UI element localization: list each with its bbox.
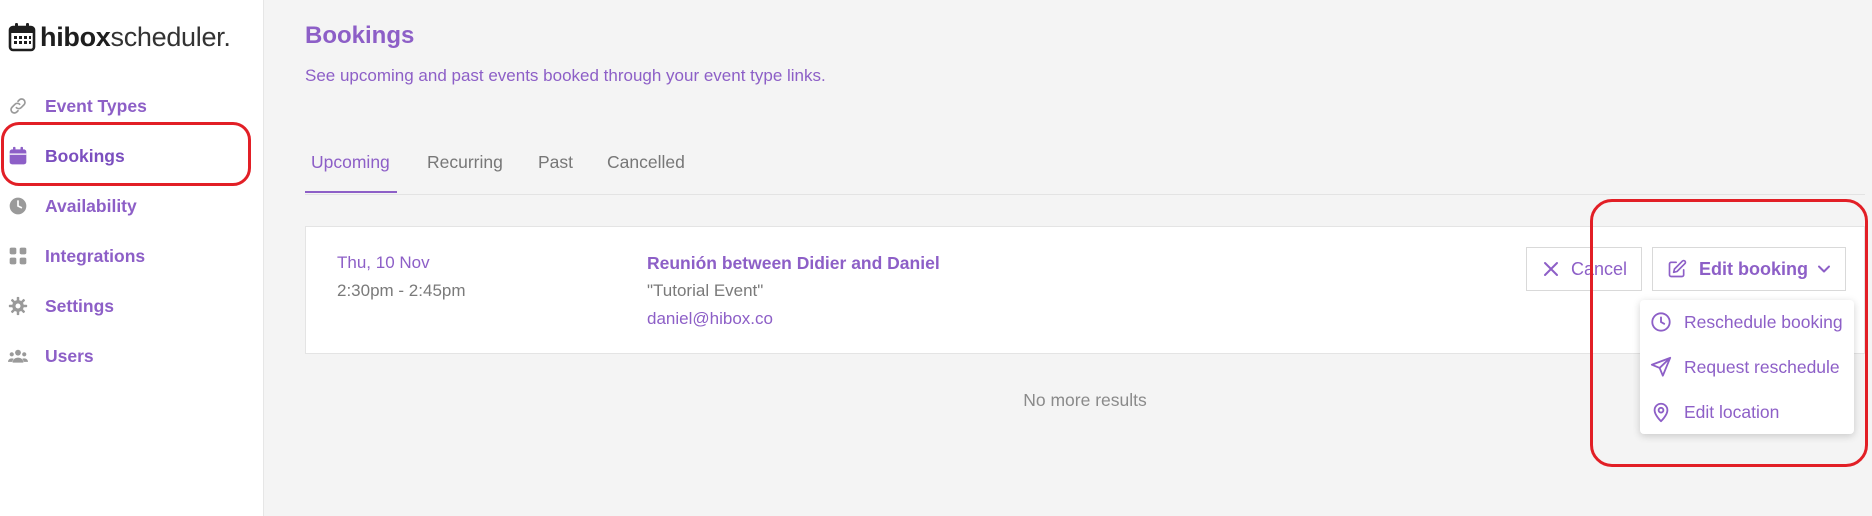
menu-item-edit-location[interactable]: Edit location <box>1640 392 1854 432</box>
main-content: Bookings See upcoming and past events bo… <box>305 0 1872 516</box>
sidebar-item-event-types[interactable]: Event Types <box>0 81 264 131</box>
booking-card: Thu, 10 Nov 2:30pm - 2:45pm Reunión betw… <box>305 226 1865 354</box>
link-icon <box>10 98 26 114</box>
app-logo[interactable]: hiboxscheduler. <box>8 20 231 54</box>
sidebar-item-label: Integrations <box>45 245 146 266</box>
sidebar-item-settings[interactable]: Settings <box>0 281 264 331</box>
edit-booking-button[interactable]: Edit booking <box>1652 247 1846 291</box>
app-name: hiboxscheduler. <box>40 22 231 52</box>
active-tab-indicator <box>305 191 397 193</box>
sidebar: hiboxscheduler. Event Types Bookings Ava… <box>0 0 264 516</box>
page-subtitle: See upcoming and past events booked thro… <box>305 66 826 85</box>
menu-item-label: Request reschedule <box>1684 356 1840 377</box>
close-icon <box>1544 262 1558 276</box>
cancel-label: Cancel <box>1571 258 1628 279</box>
calendar-logo-icon <box>8 23 36 52</box>
send-icon <box>1650 356 1672 377</box>
sidebar-item-label: Event Types <box>45 95 147 116</box>
sidebar-item-label: Bookings <box>45 145 125 166</box>
menu-item-reschedule-booking[interactable]: Reschedule booking <box>1640 302 1854 342</box>
edit-booking-label: Edit booking <box>1699 258 1808 279</box>
no-more-results: No more results <box>1023 390 1147 410</box>
sidebar-item-users[interactable]: Users <box>0 331 264 381</box>
sidebar-item-bookings[interactable]: Bookings <box>0 131 264 181</box>
booking-title: Reunión between Didier and Daniel <box>647 253 940 273</box>
edit-icon <box>1668 259 1687 278</box>
booking-event-type: "Tutorial Event" <box>647 281 764 300</box>
edit-booking-menu: Reschedule booking Request reschedule Ed… <box>1640 300 1854 434</box>
menu-item-label: Reschedule booking <box>1684 311 1843 332</box>
gear-icon <box>8 296 28 316</box>
booking-attendee-email: daniel@hibox.co <box>647 309 773 328</box>
users-icon <box>8 349 28 363</box>
sidebar-item-integrations[interactable]: Integrations <box>0 231 264 281</box>
clock-icon <box>9 197 27 215</box>
sidebar-item-label: Users <box>45 345 94 366</box>
tab-cancelled[interactable]: Cancelled <box>607 152 685 173</box>
page-title: Bookings <box>305 22 415 49</box>
menu-item-label: Edit location <box>1684 401 1780 422</box>
booking-tabs: Upcoming Recurring Past Cancelled <box>305 146 1865 195</box>
tab-upcoming[interactable]: Upcoming <box>311 152 390 173</box>
booking-date: Thu, 10 Nov <box>337 253 430 272</box>
sidebar-item-label: Settings <box>45 295 115 316</box>
map-pin-icon <box>1653 402 1669 423</box>
calendar-icon <box>9 146 27 165</box>
tab-recurring[interactable]: Recurring <box>427 152 503 173</box>
grid-icon <box>9 247 27 265</box>
sidebar-item-label: Availability <box>45 195 137 216</box>
menu-item-request-reschedule[interactable]: Request reschedule <box>1640 347 1854 387</box>
chevron-down-icon <box>1818 265 1830 273</box>
cancel-button[interactable]: Cancel <box>1526 247 1642 291</box>
clock-icon <box>1651 312 1671 332</box>
sidebar-item-availability[interactable]: Availability <box>0 181 264 231</box>
tab-past[interactable]: Past <box>538 152 573 173</box>
booking-time: 2:30pm - 2:45pm <box>337 281 466 300</box>
